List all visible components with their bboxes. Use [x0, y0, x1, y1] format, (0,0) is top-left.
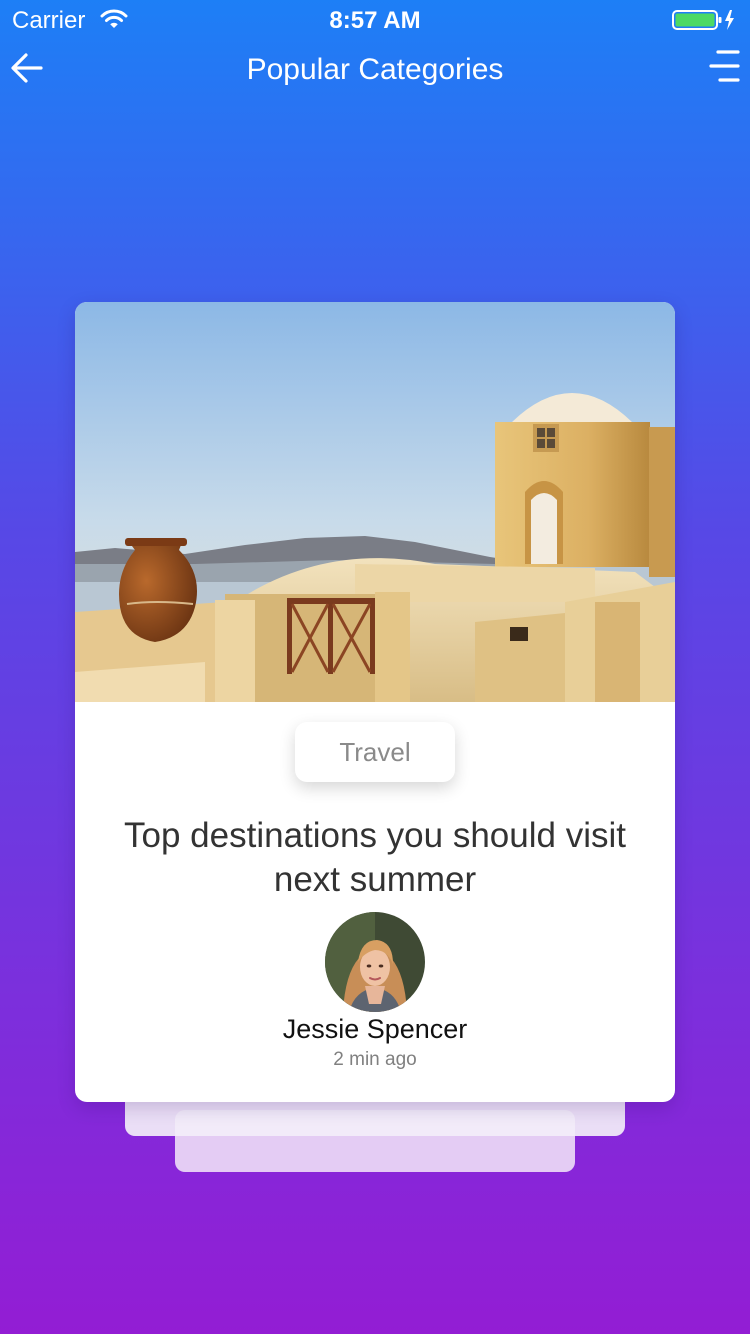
author-name[interactable]: Jessie Spencer: [75, 1014, 675, 1045]
page-title: Popular Categories: [246, 53, 504, 86]
santorini-rooftop-photo: [75, 302, 675, 702]
battery-charging-icon: [672, 9, 736, 36]
status-bar: Carrier 8:57 AM: [0, 0, 750, 40]
card-headline[interactable]: Top destinations you should visit next s…: [115, 814, 635, 902]
avatar[interactable]: [325, 912, 425, 1012]
author-avatar-photo: [325, 912, 425, 1012]
navigation-bar: Popular Categories: [0, 40, 750, 100]
status-time: 8:57 AM: [329, 7, 421, 34]
post-time: 2 min ago: [333, 1049, 417, 1070]
category-card[interactable]: Travel Top destinations you should visit…: [75, 302, 675, 1102]
category-chip[interactable]: Travel: [295, 722, 455, 782]
menu-icon[interactable]: [708, 49, 740, 88]
